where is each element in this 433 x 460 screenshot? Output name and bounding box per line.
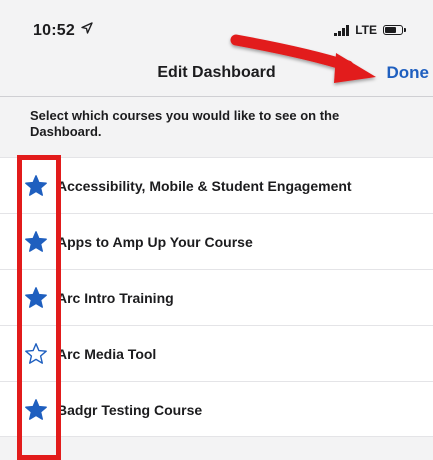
done-button[interactable]: Done [387, 63, 430, 83]
location-arrow-icon [81, 22, 93, 34]
course-name: Arc Intro Training [57, 290, 174, 306]
course-name: Badgr Testing Course [57, 402, 203, 418]
battery-icon [383, 25, 406, 35]
course-row[interactable]: Accessibility, Mobile & Student Engageme… [0, 157, 433, 213]
course-list: Accessibility, Mobile & Student Engageme… [0, 157, 433, 437]
page-title: Edit Dashboard [157, 64, 276, 81]
course-row[interactable]: Arc Media Tool [0, 325, 433, 381]
course-row[interactable]: Badgr Testing Course [0, 381, 433, 437]
course-row[interactable]: Arc Intro Training [0, 269, 433, 325]
annotation-highlight-box [17, 155, 61, 460]
course-name: Accessibility, Mobile & Student Engageme… [57, 178, 352, 194]
signal-icon [334, 24, 350, 36]
course-name: Apps to Amp Up Your Course [57, 234, 253, 250]
instructions-text: Select which courses you would like to s… [30, 108, 340, 139]
network-type: LTE [355, 23, 377, 37]
status-indicators: LTE [334, 23, 406, 37]
nav-bar: Edit Dashboard Done [0, 50, 433, 97]
course-name: Arc Media Tool [57, 346, 157, 362]
status-bar: 10:52 LTE [0, 0, 433, 44]
status-time: 10:52 [33, 22, 75, 39]
course-row[interactable]: Apps to Amp Up Your Course [0, 213, 433, 269]
